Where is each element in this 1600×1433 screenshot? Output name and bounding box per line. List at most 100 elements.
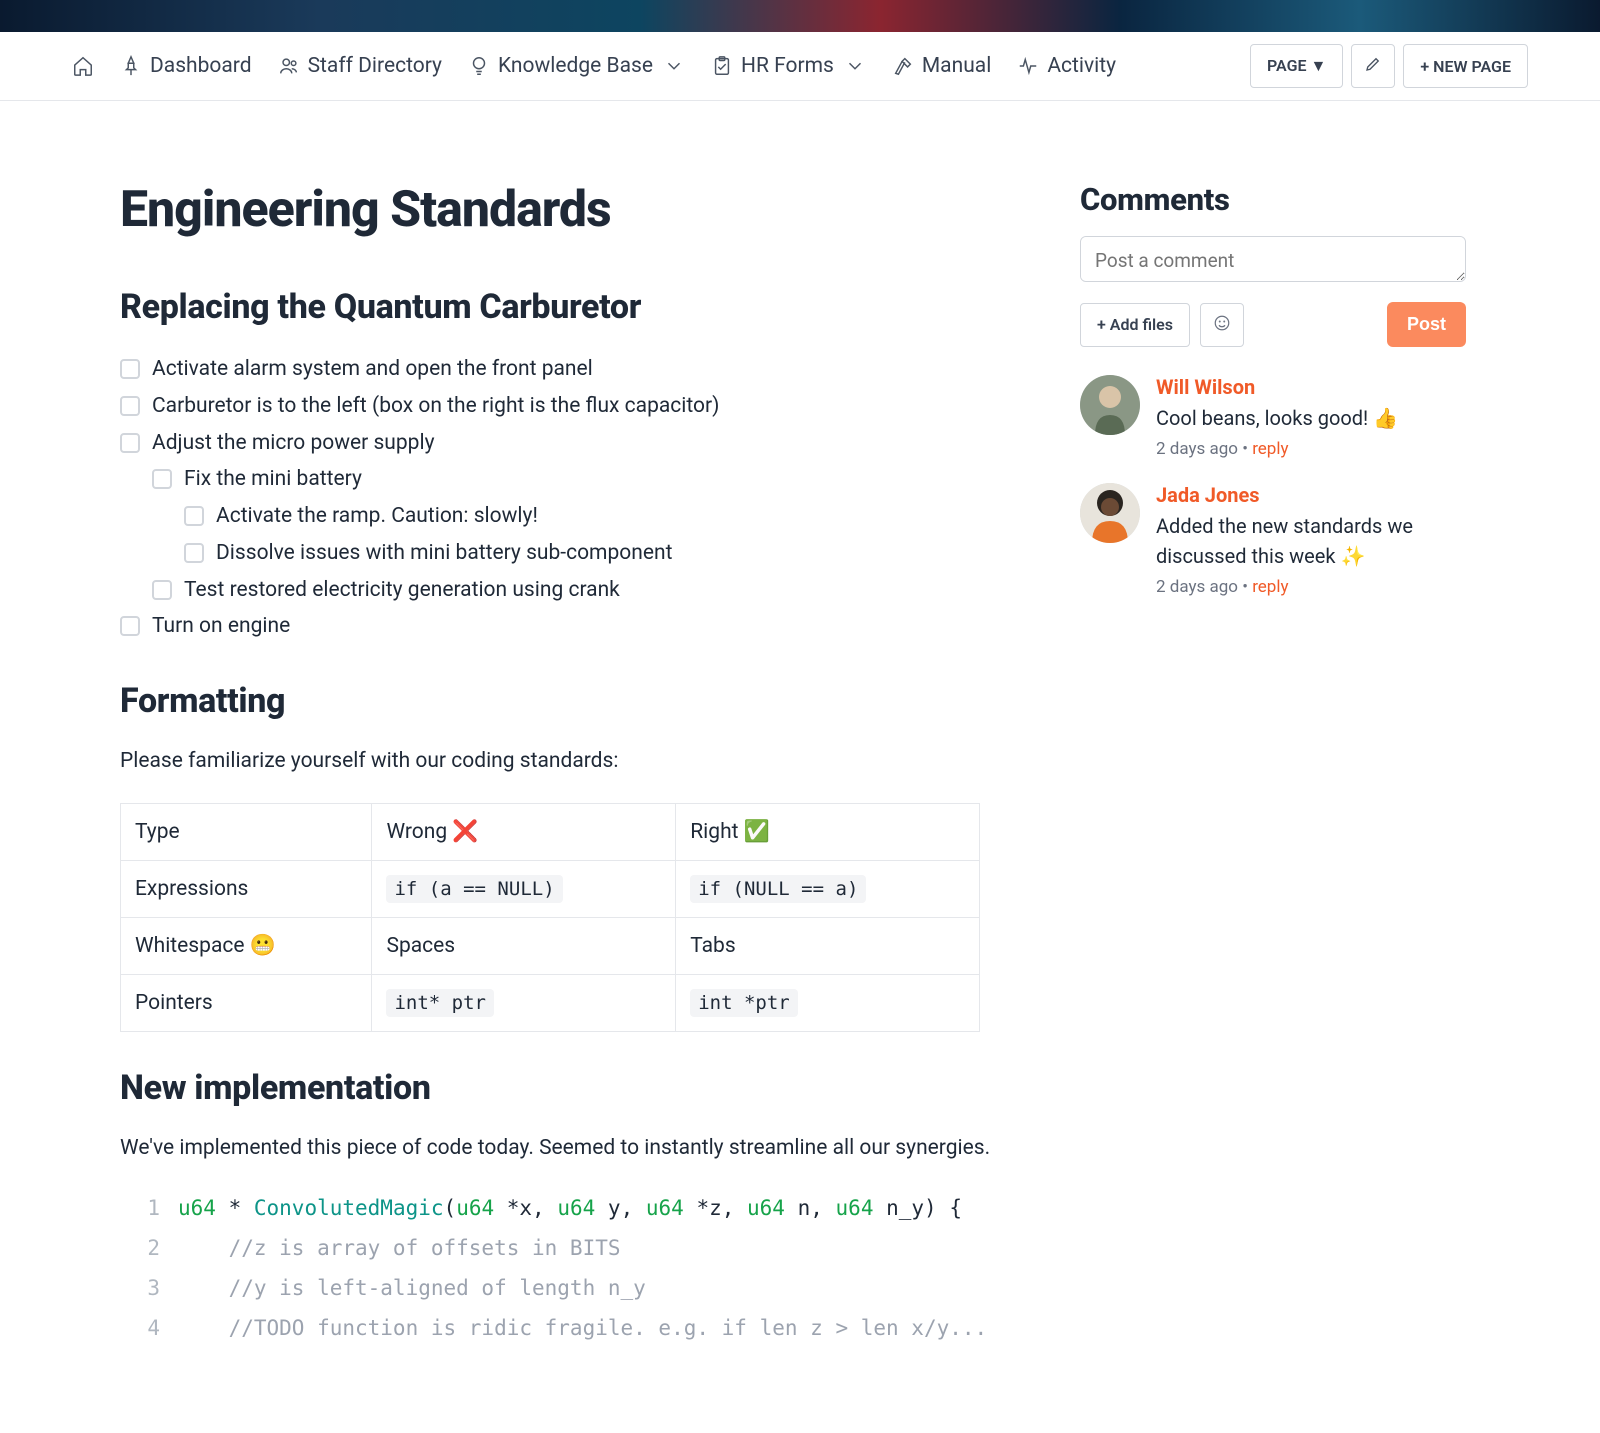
nav-left: Dashboard Staff Directory Knowledge Base… [72, 54, 1116, 78]
avatar-image [1080, 483, 1140, 543]
clipboard-icon [711, 55, 733, 77]
checklist-item: Carburetor is to the left (box on the ri… [120, 388, 1020, 425]
nav-activity[interactable]: Activity [1017, 54, 1116, 78]
checkbox[interactable] [120, 396, 140, 416]
checkbox[interactable] [152, 580, 172, 600]
nav-label: Manual [922, 54, 991, 78]
checkbox[interactable] [184, 543, 204, 563]
checkbox[interactable] [120, 616, 140, 636]
tok: * [216, 1196, 254, 1220]
tok: u64 [456, 1196, 494, 1220]
pencil-icon [1364, 55, 1382, 73]
comment-input[interactable] [1080, 236, 1466, 282]
reply-link[interactable]: reply [1252, 439, 1288, 459]
cell-right: if (NULL == a) [676, 860, 980, 917]
comment-author[interactable]: Jada Jones [1156, 483, 1466, 507]
cell-text: Whitespace [135, 934, 250, 958]
post-button[interactable]: Post [1387, 302, 1466, 347]
activity-icon [1017, 55, 1039, 77]
tok: y, [595, 1196, 646, 1220]
checklist-text: Fix the mini battery [184, 461, 362, 498]
th-right-text: Right [690, 820, 743, 844]
newimpl-intro: We've implemented this piece of code tod… [120, 1132, 1020, 1166]
checkbox[interactable] [120, 359, 140, 379]
cell-type: Expressions [121, 860, 372, 917]
nav-hrforms[interactable]: HR Forms [711, 54, 866, 78]
cell-right: Tabs [676, 917, 980, 974]
check-icon: ✅ [744, 820, 770, 844]
cell-wrong: Spaces [372, 917, 676, 974]
tok: n_y) { [873, 1196, 962, 1220]
code-inline: if (NULL == a) [690, 875, 866, 903]
checkbox[interactable] [184, 506, 204, 526]
th-type: Type [121, 803, 372, 860]
standards-table: Type Wrong ❌ Right ✅ Expressions if (a =… [120, 803, 980, 1032]
comments-sidebar: Comments + Add files Post Will Wilson Co… [1080, 181, 1466, 1349]
cell-wrong: if (a == NULL) [372, 860, 676, 917]
comment-actions: + Add files Post [1080, 302, 1466, 347]
comment-author[interactable]: Will Wilson [1156, 375, 1466, 399]
tok: //z is array of offsets in BITS [178, 1229, 621, 1269]
smiley-icon [1213, 314, 1231, 332]
line-number: 1 [132, 1189, 160, 1229]
add-files-button[interactable]: + Add files [1080, 303, 1190, 347]
tok: *x, [494, 1196, 557, 1220]
hammer-icon [892, 55, 914, 77]
cell-type: Whitespace 😬 [121, 917, 372, 974]
tok: //TODO function is ridic fragile. e.g. i… [178, 1309, 987, 1349]
tok: //y is left-aligned of length n_y [178, 1269, 646, 1309]
reply-link[interactable]: reply [1252, 577, 1288, 597]
checklist-item: Fix the mini battery [152, 461, 1020, 498]
formatting-intro: Please familiarize yourself with our cod… [120, 745, 1020, 779]
nav-home[interactable] [72, 55, 94, 77]
code-line: 1u64 * ConvolutedMagic(u64 *x, u64 y, u6… [132, 1189, 1020, 1229]
checklist: Activate alarm system and open the front… [120, 351, 1020, 645]
checklist-text: Carburetor is to the left (box on the ri… [152, 388, 719, 425]
cell-type: Pointers [121, 974, 372, 1031]
tok: *z, [684, 1196, 747, 1220]
section-heading-newimpl: New implementation [120, 1068, 1020, 1108]
comment-item: Will Wilson Cool beans, looks good! 👍 2 … [1080, 375, 1466, 459]
checklist-item: Activate alarm system and open the front… [120, 351, 1020, 388]
new-page-button[interactable]: + NEW PAGE [1403, 44, 1528, 88]
checkbox[interactable] [152, 469, 172, 489]
avatar-image [1080, 375, 1140, 435]
nav-label: Knowledge Base [498, 54, 653, 78]
nav-dashboard[interactable]: Dashboard [120, 54, 252, 78]
line-number: 3 [132, 1269, 160, 1309]
checklist-text: Adjust the micro power supply [152, 425, 435, 462]
tok: u64 [178, 1196, 216, 1220]
comment-meta: 2 days ago • reply [1156, 577, 1466, 597]
nav-staff[interactable]: Staff Directory [278, 54, 442, 78]
tok: n, [785, 1196, 836, 1220]
nav-kb[interactable]: Knowledge Base [468, 54, 685, 78]
comment-item: Jada Jones Added the new standards we di… [1080, 483, 1466, 597]
tok: u64 [747, 1196, 785, 1220]
nav-manual[interactable]: Manual [892, 54, 991, 78]
nav-label: HR Forms [741, 54, 834, 78]
page-title: Engineering Standards [120, 181, 1020, 239]
users-icon [278, 55, 300, 77]
checklist-item: Adjust the micro power supply [120, 425, 1020, 462]
tok: u64 [557, 1196, 595, 1220]
comment-text: Added the new standards we discussed thi… [1156, 511, 1466, 571]
checkbox[interactable] [120, 433, 140, 453]
code-line: 2 //z is array of offsets in BITS [132, 1229, 1020, 1269]
checklist-text: Activate alarm system and open the front… [152, 351, 593, 388]
th-wrong: Wrong ❌ [372, 803, 676, 860]
tok: ( [444, 1196, 457, 1220]
nav-label: Activity [1047, 54, 1116, 78]
cell-wrong: int* ptr [372, 974, 676, 1031]
code-line: 3 //y is left-aligned of length n_y [132, 1269, 1020, 1309]
comment-meta: 2 days ago • reply [1156, 439, 1466, 459]
pin-icon [120, 55, 142, 77]
line-number: 4 [132, 1309, 160, 1349]
edit-button[interactable] [1351, 44, 1395, 88]
emoji-button[interactable] [1200, 303, 1244, 347]
code-block: 1u64 * ConvolutedMagic(u64 *x, u64 y, u6… [120, 1189, 1020, 1349]
th-wrong-text: Wrong [386, 820, 452, 844]
code-line: 4 //TODO function is ridic fragile. e.g.… [132, 1309, 1020, 1349]
checklist-text: Activate the ramp. Caution: slowly! [216, 498, 538, 535]
checklist-item: Dissolve issues with mini battery sub-co… [184, 535, 1020, 572]
page-dropdown-button[interactable]: PAGE ▼ [1250, 44, 1343, 88]
